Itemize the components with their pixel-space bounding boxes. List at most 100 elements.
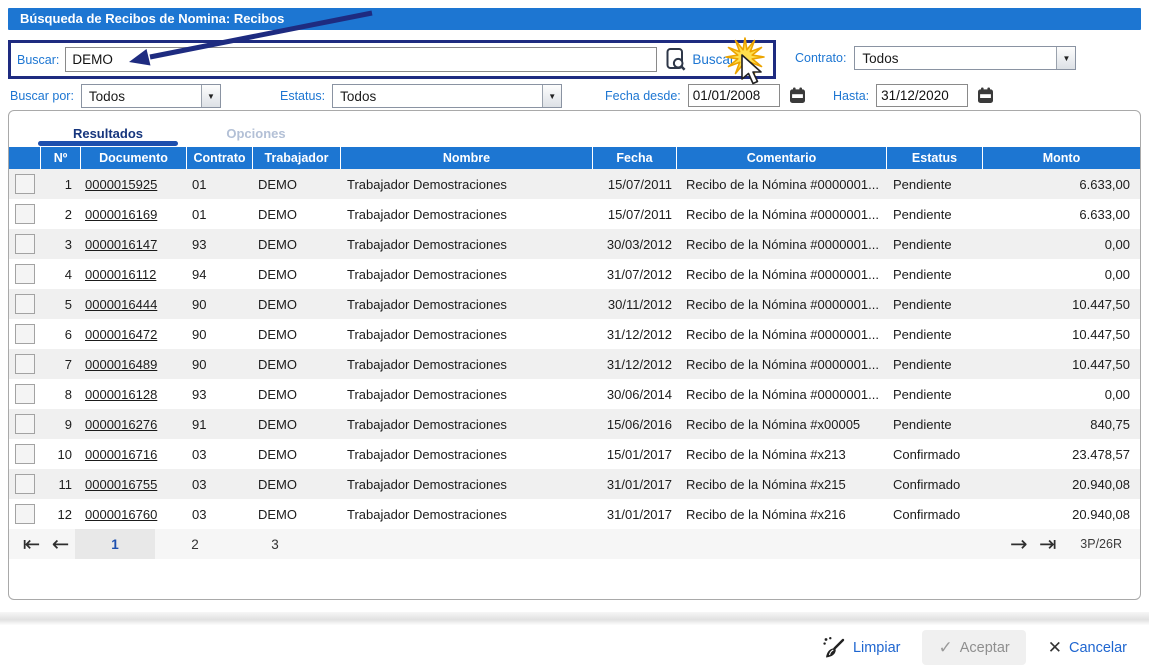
row-checkbox[interactable]	[15, 444, 35, 464]
row-comentario: Recibo de la Nómina #x215	[686, 476, 846, 492]
row-comentario: Recibo de la Nómina #x213	[686, 446, 846, 462]
limpiar-button[interactable]: Limpiar	[812, 630, 911, 665]
row-estatus: Pendiente	[893, 416, 952, 432]
row-estatus: Confirmado	[893, 446, 961, 462]
row-trabajador: DEMO	[258, 476, 297, 492]
buscar-button[interactable]: Buscar	[665, 47, 734, 72]
buscar-por-select[interactable]: Todos ▼	[80, 84, 221, 108]
row-number: 10	[57, 446, 72, 462]
row-fecha: 15/07/2011	[607, 206, 672, 222]
header-contrato: Contrato	[187, 147, 253, 169]
row-comentario: Recibo de la Nómina #x00005	[686, 416, 861, 432]
document-link[interactable]: 0000016169	[85, 207, 157, 222]
row-fecha: 30/11/2012	[607, 296, 672, 312]
row-nombre: Trabajador Demostraciones	[347, 506, 507, 522]
page-number-2[interactable]: 2	[155, 529, 235, 559]
document-link[interactable]: 0000016128	[85, 387, 157, 402]
last-page-icon[interactable]: ⇥	[1033, 529, 1062, 559]
row-trabajador: DEMO	[258, 326, 297, 342]
table-row: 4 0000016112 94 DEMO Trabajador Demostra…	[9, 259, 1140, 289]
chevron-down-icon[interactable]: ▼	[542, 85, 562, 107]
document-link[interactable]: 0000015925	[85, 177, 157, 192]
document-link[interactable]: 0000016760	[85, 507, 157, 522]
pagination-summary: 3P/26R	[1080, 537, 1122, 551]
buscar-label: Buscar:	[17, 52, 60, 67]
document-link[interactable]: 0000016112	[85, 267, 156, 282]
row-nombre: Trabajador Demostraciones	[347, 206, 507, 222]
row-trabajador: DEMO	[258, 446, 297, 462]
prev-page-icon[interactable]: ←	[46, 529, 75, 559]
document-link[interactable]: 0000016147	[85, 237, 157, 252]
search-input[interactable]	[65, 47, 658, 72]
row-trabajador: DEMO	[258, 356, 297, 372]
table-body: 1 0000015925 01 DEMO Trabajador Demostra…	[9, 169, 1140, 529]
header-comentario: Comentario	[677, 147, 887, 169]
row-number: 5	[64, 296, 72, 312]
row-estatus: Pendiente	[893, 386, 952, 402]
first-page-icon[interactable]: ⇤	[17, 529, 46, 559]
row-checkbox[interactable]	[15, 324, 35, 344]
document-link[interactable]: 0000016276	[85, 417, 157, 432]
row-checkbox[interactable]	[15, 414, 35, 434]
row-number: 4	[64, 266, 72, 282]
tab-resultados[interactable]: Resultados	[34, 126, 182, 146]
row-checkbox[interactable]	[15, 354, 35, 374]
row-trabajador: DEMO	[258, 236, 297, 252]
tab-opciones[interactable]: Opciones	[182, 126, 330, 145]
row-checkbox[interactable]	[15, 474, 35, 494]
row-checkbox[interactable]	[15, 504, 35, 524]
row-fecha: 15/06/2016	[606, 416, 672, 432]
row-checkbox[interactable]	[15, 264, 35, 284]
chevron-down-icon[interactable]: ▼	[1056, 47, 1076, 69]
table-header: Nº Documento Contrato Trabajador Nombre …	[9, 147, 1140, 169]
row-contrato: 90	[192, 296, 207, 312]
row-checkbox[interactable]	[15, 234, 35, 254]
contrato-label: Contrato:	[795, 51, 847, 65]
row-estatus: Pendiente	[893, 176, 952, 192]
row-contrato: 91	[192, 416, 207, 432]
chevron-down-icon[interactable]: ▼	[200, 85, 220, 107]
row-monto: 10.447,50	[1072, 296, 1130, 312]
row-monto: 20.940,08	[1072, 506, 1130, 522]
estatus-select[interactable]: Todos ▼	[332, 84, 563, 108]
row-checkbox[interactable]	[15, 384, 35, 404]
row-checkbox[interactable]	[15, 204, 35, 224]
buscar-por-value: Todos	[88, 88, 125, 104]
calendar-icon[interactable]	[977, 87, 994, 104]
document-link[interactable]: 0000016444	[85, 297, 157, 312]
row-contrato: 01	[192, 176, 207, 192]
fecha-desde-input[interactable]	[687, 84, 780, 107]
header-trabajador: Trabajador	[253, 147, 341, 169]
aceptar-button[interactable]: ✓ Aceptar	[922, 630, 1026, 665]
row-monto: 6.633,00	[1079, 176, 1130, 192]
page-number-3[interactable]: 3	[235, 529, 315, 559]
hasta-input[interactable]	[876, 84, 969, 107]
document-link[interactable]: 0000016755	[85, 477, 157, 492]
document-link[interactable]: 0000016489	[85, 357, 157, 372]
row-checkbox[interactable]	[15, 294, 35, 314]
row-comentario: Recibo de la Nómina #0000001...	[686, 206, 879, 222]
row-contrato: 03	[192, 506, 207, 522]
cancelar-button[interactable]: ✕ Cancelar	[1038, 630, 1137, 665]
row-number: 3	[64, 236, 72, 252]
row-nombre: Trabajador Demostraciones	[347, 176, 507, 192]
table-row: 12 0000016760 03 DEMO Trabajador Demostr…	[9, 499, 1140, 529]
row-fecha: 31/01/2017	[606, 476, 672, 492]
row-nombre: Trabajador Demostraciones	[347, 476, 507, 492]
pagination-bar: ⇤ ← 123 → ⇥ 3P/26R	[9, 529, 1140, 559]
fecha-desde-label: Fecha desde:	[605, 88, 681, 103]
header-nombre: Nombre	[341, 147, 593, 169]
document-link[interactable]: 0000016716	[85, 447, 157, 462]
buscar-por-label: Buscar por:	[10, 89, 74, 103]
row-estatus: Pendiente	[893, 326, 952, 342]
row-checkbox[interactable]	[15, 174, 35, 194]
row-comentario: Recibo de la Nómina #0000001...	[686, 296, 879, 312]
contrato-select[interactable]: Todos ▼	[854, 46, 1077, 70]
row-fecha: 31/01/2017	[606, 506, 672, 522]
broom-icon	[822, 636, 846, 660]
calendar-icon[interactable]	[789, 87, 806, 104]
row-monto: 20.940,08	[1072, 476, 1130, 492]
next-page-icon[interactable]: →	[1004, 529, 1033, 559]
document-link[interactable]: 0000016472	[85, 327, 157, 342]
page-number-1[interactable]: 1	[75, 529, 155, 559]
